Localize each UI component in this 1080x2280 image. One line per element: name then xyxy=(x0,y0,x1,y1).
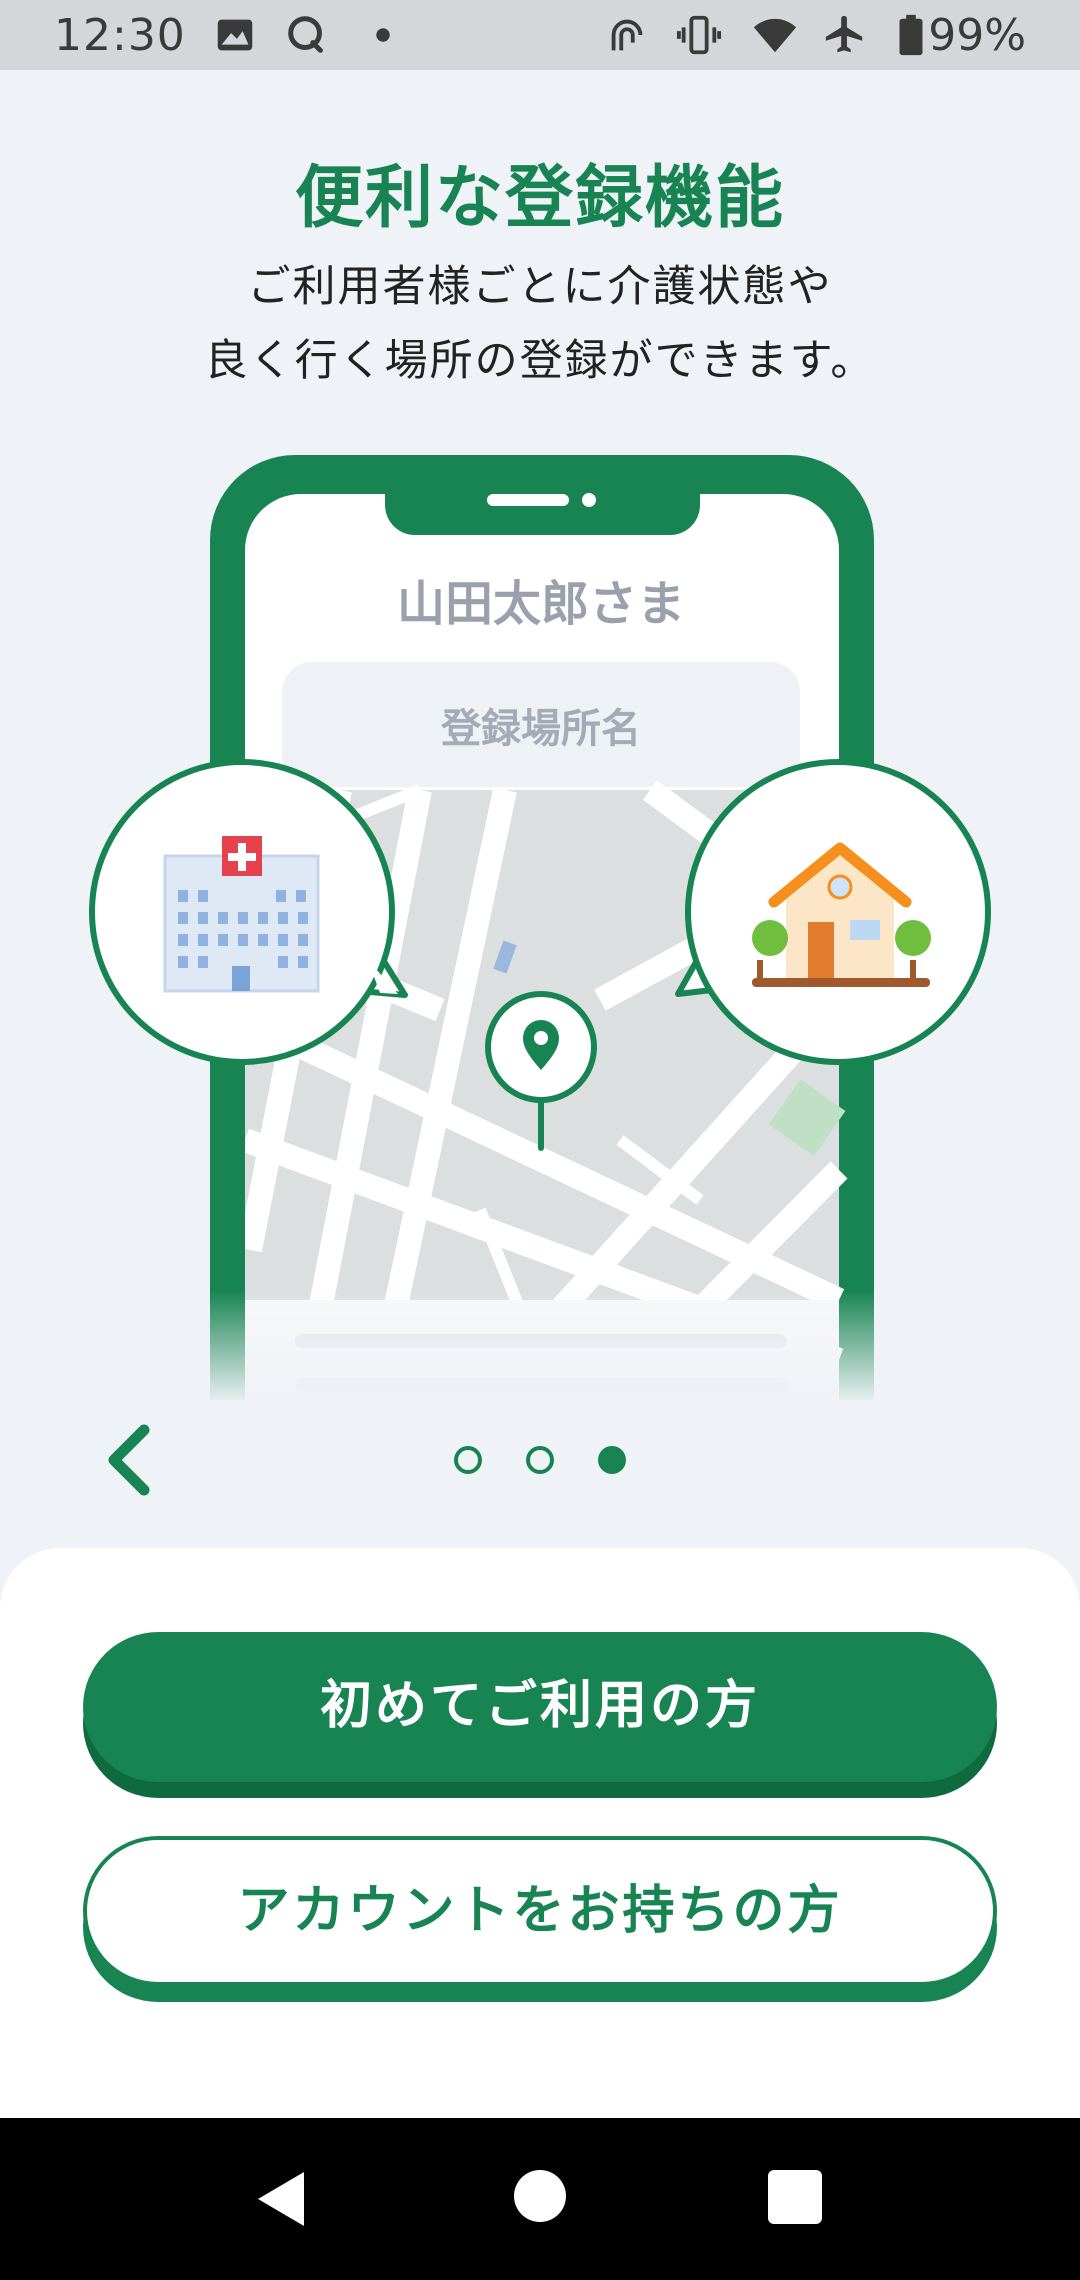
nav-back-icon[interactable] xyxy=(252,2168,312,2230)
chevron-left-icon[interactable] xyxy=(100,1420,160,1500)
carousel-nav xyxy=(0,1420,1080,1500)
messaging-icon xyxy=(288,16,323,53)
nav-recents-icon[interactable] xyxy=(768,2170,822,2224)
phone-user-name: 山田太郎さま xyxy=(397,576,685,632)
first-time-user-button[interactable]: 初めてご利用の方 xyxy=(83,1632,997,1782)
hospital-icon xyxy=(163,836,320,993)
phone-place-placeholder: 登録場所名 xyxy=(440,706,641,752)
subtitle-line-2: 良く行く場所の登録ができます。 xyxy=(204,336,876,386)
dot-icon xyxy=(376,28,390,42)
image-icon xyxy=(217,19,253,51)
nfc-icon xyxy=(611,19,643,51)
onboarding-subtitle: ご利用者様ごとに介護状態や 良く行く場所の登録ができます。 xyxy=(0,250,1080,398)
airplane-icon xyxy=(825,15,863,53)
vibrate-icon xyxy=(676,15,722,55)
page-indicator-dot-2[interactable] xyxy=(526,1446,554,1474)
existing-account-button[interactable]: アカウントをお持ちの方 xyxy=(83,1836,997,1986)
wifi-icon xyxy=(753,18,797,53)
bottom-sheet: 初めてご利用の方 アカウントをお持ちの方 xyxy=(0,1548,1080,2118)
onboarding-illustration: 山田太郎さま 登録場所名 xyxy=(89,455,991,1405)
status-bar: 12:30 99% xyxy=(0,0,1080,70)
page-indicator-dot-1[interactable] xyxy=(454,1446,482,1474)
page-indicator-dot-3[interactable] xyxy=(598,1446,626,1474)
battery-icon xyxy=(899,14,923,56)
nav-home-icon[interactable] xyxy=(514,2170,566,2222)
system-nav-bar xyxy=(0,2118,1080,2280)
onboarding-title: 便利な登録機能 xyxy=(294,159,785,238)
battery-percentage: 99% xyxy=(928,10,1026,61)
status-time: 12:30 xyxy=(54,10,186,61)
subtitle-line-1: ご利用者様ごとに介護状態や xyxy=(247,262,833,312)
